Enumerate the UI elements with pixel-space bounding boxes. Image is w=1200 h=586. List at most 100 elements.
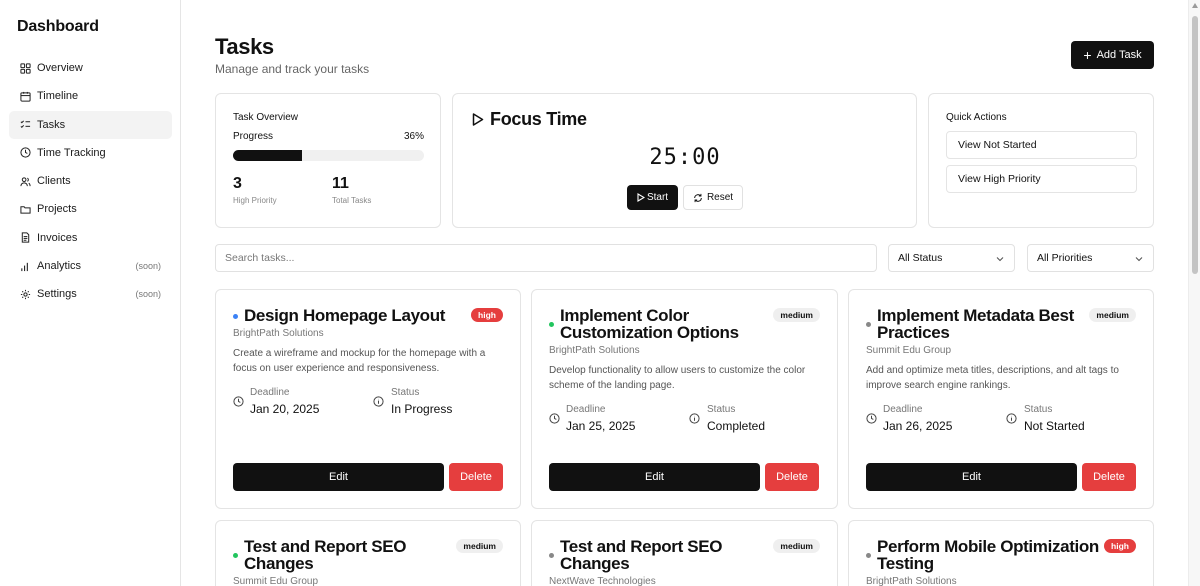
reset-label: Reset [706, 192, 734, 203]
priority-filter[interactable]: All Priorities [1027, 244, 1154, 272]
sidebar-item-label: Time Tracking [37, 146, 106, 159]
clock-icon [549, 413, 560, 424]
status-value: In Progress [391, 402, 453, 416]
soon-badge: (soon) [135, 261, 161, 272]
refresh-icon [694, 193, 702, 202]
clock-icon [20, 147, 31, 158]
sidebar-item-label: Invoices [37, 231, 78, 244]
bar-chart-icon [20, 261, 31, 272]
scrollbar[interactable] [1188, 0, 1200, 586]
sidebar-item-timeline[interactable]: Timeline [9, 82, 172, 110]
task-card: Test and Report SEO Changes medium Summi… [215, 520, 521, 586]
info-icon [689, 413, 700, 424]
edit-button[interactable]: Edit [866, 463, 1077, 491]
status-label: Status [707, 404, 736, 415]
status-filter[interactable]: All Status [888, 244, 1015, 272]
play-icon [637, 193, 645, 202]
task-client: BrightPath Solutions [866, 576, 957, 586]
search-input[interactable]: Search tasks... [215, 244, 877, 272]
priority-badge: high [1104, 539, 1136, 553]
task-client: BrightPath Solutions [549, 345, 640, 356]
reset-button[interactable]: Reset [683, 185, 743, 210]
high-priority-count: 3 [233, 175, 242, 192]
task-card: Implement Color Customization Options me… [531, 289, 838, 509]
sidebar-item-overview[interactable]: Overview [9, 54, 172, 82]
status-value: Not Started [1024, 419, 1085, 433]
status-dot [549, 322, 554, 327]
add-task-label: Add Task [1096, 49, 1142, 61]
gear-icon [20, 289, 31, 300]
scroll-up-arrow[interactable] [1192, 3, 1198, 8]
delete-button[interactable]: Delete [765, 463, 819, 491]
delete-button[interactable]: Delete [449, 463, 503, 491]
play-icon [472, 113, 484, 126]
view-not-started-button[interactable]: View Not Started [946, 131, 1137, 159]
sidebar-item-label: Analytics [37, 260, 82, 273]
deadline-label: Deadline [250, 387, 290, 398]
sidebar-item-tasks[interactable]: Tasks [9, 110, 172, 139]
status-dot [866, 553, 871, 558]
task-title: Design Homepage Layout [244, 306, 446, 325]
progress-label: Progress [233, 131, 274, 142]
status-label: Status [391, 387, 420, 398]
deadline-label: Deadline [566, 404, 606, 415]
high-priority-label: High Priority [233, 196, 277, 205]
status-dot [233, 314, 238, 319]
delete-button[interactable]: Delete [1082, 463, 1136, 491]
task-description: Create a wireframe and mockup for the ho… [233, 348, 486, 374]
task-card: Design Homepage Layout high BrightPath S… [215, 289, 521, 509]
edit-button[interactable]: Edit [549, 463, 760, 491]
task-title: Implement Metadata Best Practices [877, 306, 1074, 342]
clock-icon [866, 413, 877, 424]
chevron-down-icon [996, 257, 1004, 262]
start-button[interactable]: Start [627, 185, 678, 210]
deadline-value: Jan 25, 2025 [566, 419, 636, 433]
start-label: Start [646, 192, 669, 203]
edit-button[interactable]: Edit [233, 463, 444, 491]
task-client: BrightPath Solutions [233, 328, 324, 339]
focus-title: Focus Time [490, 109, 587, 129]
priority-filter-value: All Priorities [1037, 252, 1093, 264]
sidebar-item-label: Projects [37, 203, 77, 216]
focus-timer: 25:00 [649, 145, 721, 170]
grid-icon [20, 62, 31, 74]
priority-badge: high [471, 308, 503, 322]
priority-badge: medium [1089, 308, 1136, 322]
calendar-icon [20, 91, 31, 102]
sidebar-nav: Overview Timeline Tasks Time Tracking Cl… [9, 54, 172, 309]
task-overview-card: Task Overview Progress 36% 3 High Priori… [215, 93, 441, 228]
overview-title: Task Overview [233, 112, 299, 123]
quick-actions-title: Quick Actions [946, 112, 1007, 123]
scrollbar-thumb[interactable] [1192, 16, 1198, 274]
clock-icon [233, 396, 244, 407]
status-value: Completed [707, 419, 766, 433]
add-task-button[interactable]: + Add Task [1071, 41, 1154, 69]
info-icon [1006, 413, 1017, 424]
sidebar-item-label: Tasks [37, 118, 66, 131]
task-title: Test and Report SEO Changes [244, 537, 407, 573]
priority-badge: medium [773, 308, 820, 322]
task-client: NextWave Technologies [549, 576, 656, 586]
deadline-value: Jan 26, 2025 [883, 419, 953, 433]
sidebar-item-settings[interactable]: Settings (soon) [9, 280, 172, 308]
sidebar-item-label: Settings [37, 288, 77, 301]
deadline-label: Deadline [883, 404, 923, 415]
view-high-priority-button[interactable]: View High Priority [946, 165, 1137, 193]
deadline-value: Jan 20, 2025 [250, 402, 320, 416]
total-tasks-label: Total Tasks [332, 196, 372, 205]
page-title: Tasks [215, 34, 274, 59]
page-subtitle: Manage and track your tasks [215, 62, 370, 76]
users-icon [20, 176, 31, 187]
sidebar-item-clients[interactable]: Clients [9, 167, 172, 195]
task-title: Test and Report SEO Changes [560, 537, 723, 573]
progress-bar-fill [233, 150, 302, 161]
task-description: Develop functionality to allow users to … [549, 365, 806, 391]
status-dot [233, 553, 238, 558]
focus-time-card: Focus Time 25:00 Start Reset [452, 93, 917, 228]
sidebar-item-time-tracking[interactable]: Time Tracking [9, 139, 172, 167]
sidebar-item-analytics[interactable]: Analytics (soon) [9, 252, 172, 280]
sidebar-item-invoices[interactable]: Invoices [9, 224, 172, 252]
sidebar-item-projects[interactable]: Projects [9, 195, 172, 223]
priority-badge: medium [773, 539, 820, 553]
list-check-icon [20, 119, 31, 130]
